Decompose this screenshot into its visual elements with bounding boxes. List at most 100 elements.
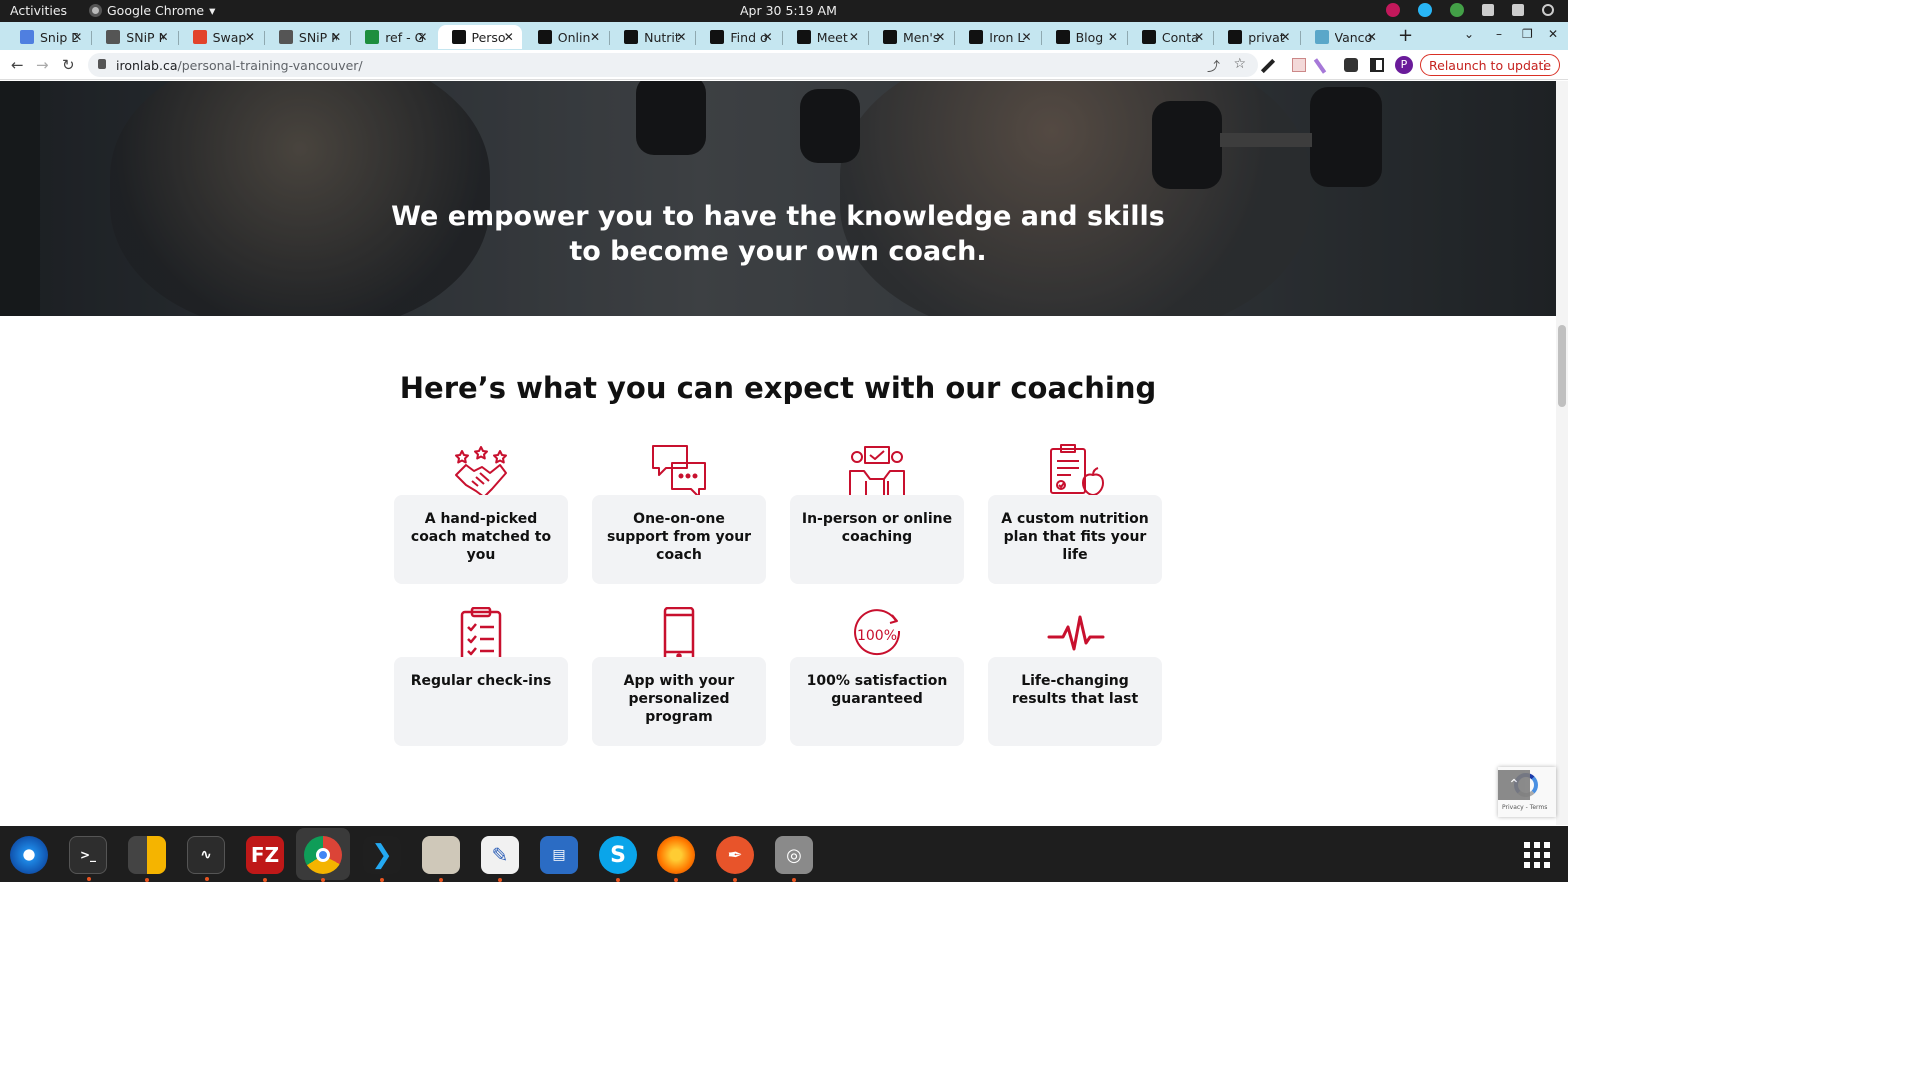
tab-separator [695, 31, 697, 45]
network-icon[interactable] [1482, 4, 1494, 16]
close-window-button[interactable]: ✕ [1548, 27, 1558, 41]
chrome-icon[interactable] [304, 836, 342, 882]
close-tab-icon[interactable]: ✕ [417, 30, 427, 44]
browser-tab[interactable]: ref - G ✕ [351, 25, 435, 49]
tab-separator [1299, 31, 1301, 45]
maximize-button[interactable]: ❐ [1522, 27, 1533, 41]
libreoffice-writer-icon[interactable]: ▤ [540, 836, 578, 874]
close-tab-icon[interactable]: ✕ [72, 30, 82, 44]
profile-avatar[interactable]: P [1395, 56, 1413, 74]
close-tab-icon[interactable]: ✕ [331, 30, 341, 44]
reload-button[interactable]: ↻ [62, 56, 75, 74]
forward-button[interactable]: → [36, 56, 49, 74]
chat-bubbles-icon [650, 443, 708, 501]
browser-tab[interactable]: Blog ✕ [1042, 25, 1126, 49]
tab-favicon-icon [1228, 30, 1243, 44]
text-editor-icon[interactable]: ✎ [481, 836, 519, 882]
firefox-dev-icon[interactable] [657, 836, 695, 882]
tab-favicon-icon [537, 30, 552, 44]
relaunch-to-update-button[interactable]: Relaunch to update ⋮ [1420, 54, 1560, 76]
tab-separator [609, 31, 611, 45]
eyedropper-extension-icon[interactable] [1260, 58, 1276, 74]
minimize-button[interactable]: – [1496, 27, 1502, 41]
tab-favicon-icon [1141, 30, 1156, 44]
tab-separator [1040, 31, 1042, 45]
tab-search-chevron-icon[interactable]: ⌄ [1464, 27, 1474, 41]
browser-tab[interactable]: Meet ✕ [783, 25, 867, 49]
browser-tab[interactable]: Vanco ✕ [1301, 25, 1385, 49]
vscode-icon[interactable]: ❯ [363, 836, 401, 882]
url-text[interactable]: ironlab.ca/personal-training-vancouver/ [116, 58, 363, 73]
close-tab-icon[interactable]: ✕ [159, 30, 169, 44]
power-icon[interactable] [1542, 4, 1554, 16]
filezilla-icon[interactable]: FZ [246, 836, 284, 882]
page-scrollbar[interactable] [1556, 81, 1568, 825]
thunderbird-icon[interactable] [10, 836, 48, 874]
tab-separator [1213, 31, 1215, 45]
browser-tab[interactable]: SNiP N ✕ [265, 25, 349, 49]
sync-icon[interactable] [1418, 3, 1432, 17]
close-tab-icon[interactable]: ✕ [935, 30, 945, 44]
tab-favicon-icon [710, 30, 725, 44]
close-tab-icon[interactable]: ✕ [504, 30, 514, 44]
terminal-icon[interactable]: >_ [69, 836, 107, 881]
browser-tab[interactable]: Men's ✕ [869, 25, 953, 49]
section-title: Here’s what you can expect with our coac… [399, 371, 1157, 405]
close-tab-icon[interactable]: ✕ [1022, 30, 1032, 44]
pen-extension-icon[interactable] [1313, 58, 1327, 74]
browser-tab[interactable]: Swap ✕ [179, 25, 263, 49]
feature-label: Life-changing results that last [1011, 673, 1139, 707]
back-to-top-button[interactable]: ⌃ [1498, 770, 1530, 800]
extensions-puzzle-icon[interactable] [1344, 58, 1358, 72]
lock-icon[interactable] [98, 59, 106, 69]
feature-label: 100% satisfaction guaranteed [806, 673, 948, 707]
calendar-extension-icon[interactable] [1292, 58, 1306, 72]
address-bar[interactable]: ironlab.ca/personal-training-vancouver/ … [88, 53, 1258, 77]
check-icon[interactable] [1450, 3, 1464, 17]
system-tray[interactable] [1386, 3, 1554, 17]
activities-button[interactable]: Activities [10, 3, 67, 18]
show-apps-grid-icon[interactable] [1524, 842, 1550, 868]
skype-icon[interactable]: S [599, 836, 637, 882]
side-panel-icon[interactable] [1370, 58, 1384, 72]
close-tab-icon[interactable]: ✕ [676, 30, 686, 44]
tray-app-icon[interactable] [1386, 3, 1400, 17]
calculator-icon[interactable] [128, 836, 166, 882]
inkscape-icon[interactable]: ✒ [716, 836, 754, 882]
new-tab-button[interactable]: + [1398, 25, 1413, 46]
browser-tab[interactable]: Nutrit ✕ [610, 25, 694, 49]
close-tab-icon[interactable]: ✕ [1108, 30, 1118, 44]
browser-tab[interactable]: Conta ✕ [1128, 25, 1212, 49]
browser-tab[interactable]: privat ✕ [1214, 25, 1298, 49]
close-tab-icon[interactable]: ✕ [849, 30, 859, 44]
browser-tab[interactable]: Perso ✕ [437, 25, 522, 49]
files-icon[interactable] [422, 836, 460, 882]
close-tab-icon[interactable]: ✕ [1194, 30, 1204, 44]
tab-favicon-icon [192, 30, 207, 44]
url-path: /personal-training-vancouver/ [177, 58, 363, 73]
feature-label: A hand-picked coach matched to you [410, 511, 552, 563]
bookmark-star-icon[interactable]: ☆ [1233, 56, 1246, 72]
close-tab-icon[interactable]: ✕ [1367, 30, 1377, 44]
tab-separator [350, 31, 352, 45]
browser-tab[interactable]: SNiP N ✕ [92, 25, 176, 49]
close-tab-icon[interactable]: ✕ [590, 30, 600, 44]
browser-tab[interactable]: Find o ✕ [696, 25, 780, 49]
close-tab-icon[interactable]: ✕ [763, 30, 773, 44]
app-menu[interactable]: Google Chrome ▾ [89, 3, 215, 18]
browser-tab[interactable]: Snip D ✕ [6, 25, 90, 49]
back-button[interactable]: ← [11, 56, 24, 74]
close-tab-icon[interactable]: ✕ [245, 30, 255, 44]
browser-tab[interactable]: Iron L ✕ [955, 25, 1039, 49]
system-monitor-icon[interactable]: ∿ [187, 836, 225, 881]
scrollbar-thumb[interactable] [1558, 325, 1566, 407]
close-tab-icon[interactable]: ✕ [1280, 30, 1290, 44]
recaptcha-footer[interactable]: Privacy - Terms [1502, 804, 1547, 811]
tab-strip: Snip D ✕ SNiP N ✕ Swap ✕ SNiP N ✕ ref - G ✕ Perso ✕… [0, 22, 1568, 50]
tab-favicon-icon [1055, 30, 1070, 44]
share-icon[interactable]: ⤴ [1207, 56, 1220, 75]
volume-icon[interactable] [1512, 4, 1524, 16]
disk-utility-icon[interactable]: ◎ [775, 836, 813, 882]
browser-tab[interactable]: Onlin ✕ [524, 25, 608, 49]
clock[interactable]: Apr 30 5:19 AM [740, 3, 837, 18]
